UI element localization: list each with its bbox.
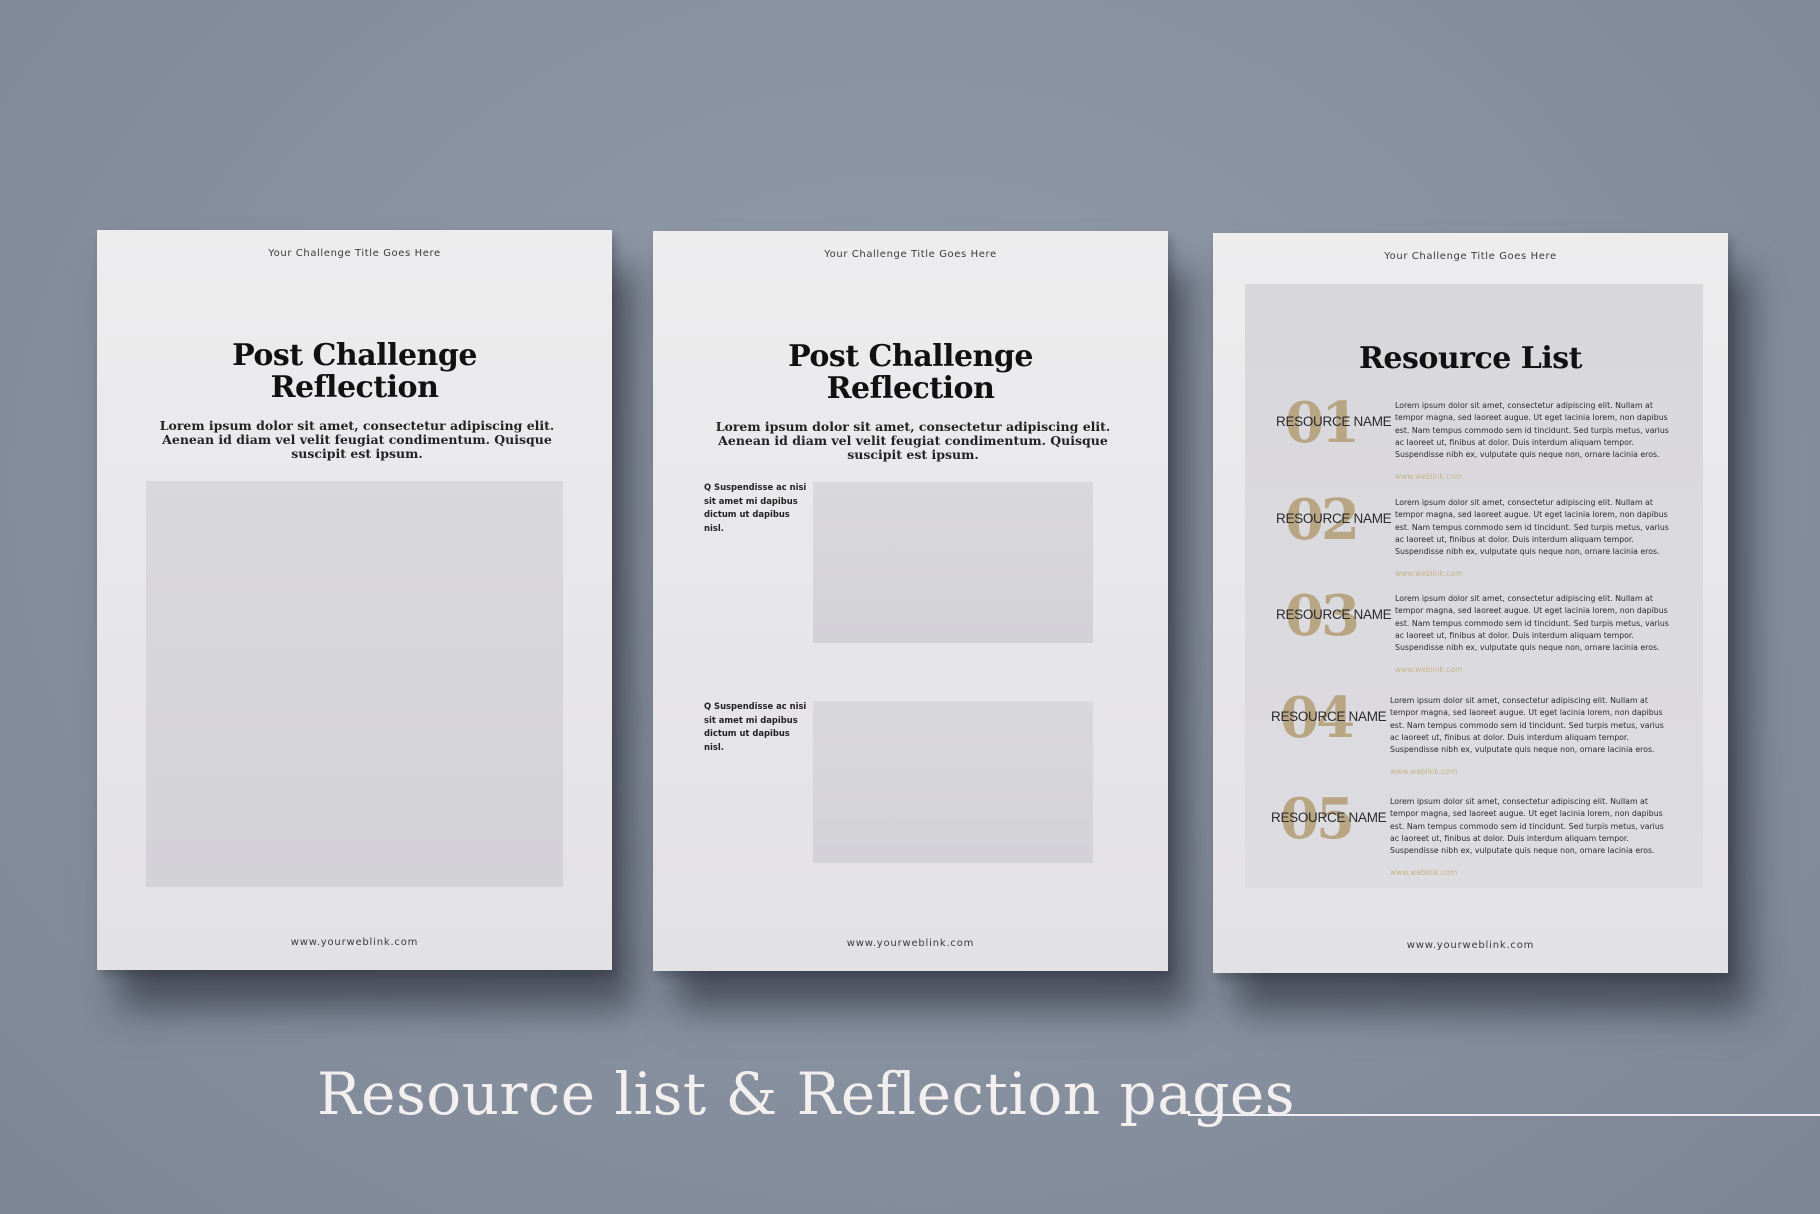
- image-placeholder: [146, 481, 563, 887]
- resource-name: RESOURCE NAME: [1276, 414, 1392, 429]
- resource-description: Lorem ipsum dolor sit amet, consectetur …: [1395, 498, 1669, 557]
- resource-description: Lorem ipsum dolor sit amet, consectetur …: [1395, 401, 1669, 460]
- intro-paragraph: Lorem ipsum dolor sit amet, consectetur …: [159, 418, 555, 461]
- resource-name: RESOURCE NAME: [1276, 511, 1392, 526]
- resource-description: Lorem ipsum dolor sit amet, consectetur …: [1390, 696, 1664, 755]
- resource-item: 01 RESOURCE NAME Lorem ipsum dolor sit a…: [1245, 390, 1703, 490]
- resource-description: Lorem ipsum dolor sit amet, consectetur …: [1390, 797, 1664, 856]
- page-header: Your Challenge Title Goes Here: [1384, 251, 1557, 262]
- page-title: Resource List: [1358, 341, 1583, 376]
- page-title-line-1: Post Challenge: [232, 338, 477, 373]
- resource-list-page: Your Challenge Title Goes Here Resource …: [1213, 233, 1728, 973]
- resource-item: 02 RESOURCE NAME Lorem ipsum dolor sit a…: [1245, 487, 1703, 587]
- page-header: Your Challenge Title Goes Here: [268, 248, 441, 259]
- resource-item: 03 RESOURCE NAME Lorem ipsum dolor sit a…: [1245, 583, 1703, 683]
- page-title-line-2: Reflection: [270, 370, 439, 405]
- answer-box: [813, 482, 1093, 643]
- page-footer: www.yourweblink.com: [1406, 940, 1535, 951]
- caption-text: Resource list & Reflection pages: [317, 1060, 1295, 1128]
- reflection-page-full-image: Your Challenge Title Goes Here Post Chal…: [97, 230, 612, 970]
- page-title: Post Challenge Reflection: [97, 340, 612, 404]
- page-header: Your Challenge Title Goes Here: [824, 249, 997, 260]
- intro-paragraph: Lorem ipsum dolor sit amet, consectetur …: [715, 419, 1111, 462]
- resource-name: RESOURCE NAME: [1276, 607, 1392, 622]
- resource-link: www.weblink.com: [1395, 472, 1463, 481]
- answer-box: [813, 701, 1093, 863]
- resource-description: Lorem ipsum dolor sit amet, consectetur …: [1395, 594, 1669, 653]
- reflection-page-questions: Your Challenge Title Goes Here Post Chal…: [653, 231, 1168, 971]
- resource-link: www.weblink.com: [1395, 569, 1463, 578]
- resource-item: 04 RESOURCE NAME Lorem ipsum dolor sit a…: [1240, 685, 1698, 785]
- resource-link: www.weblink.com: [1390, 868, 1458, 877]
- resource-item: 05 RESOURCE NAME Lorem ipsum dolor sit a…: [1240, 786, 1698, 886]
- caption-divider-line: [1188, 1114, 1820, 1116]
- page-title-line-2: Reflection: [826, 371, 995, 406]
- resource-link: www.weblink.com: [1395, 665, 1463, 674]
- resource-link: www.weblink.com: [1390, 767, 1458, 776]
- page-title: Post Challenge Reflection: [653, 341, 1168, 405]
- page-title-line-1: Post Challenge: [788, 339, 1033, 374]
- question-text: Q Suspendisse ac nisi sit amet mi dapibu…: [704, 482, 807, 533]
- page-footer: www.yourweblink.com: [290, 937, 419, 948]
- question-text: Q Suspendisse ac nisi sit amet mi dapibu…: [704, 701, 807, 752]
- resource-name: RESOURCE NAME: [1271, 709, 1387, 724]
- resource-name: RESOURCE NAME: [1271, 810, 1387, 825]
- page-footer: www.yourweblink.com: [846, 938, 975, 949]
